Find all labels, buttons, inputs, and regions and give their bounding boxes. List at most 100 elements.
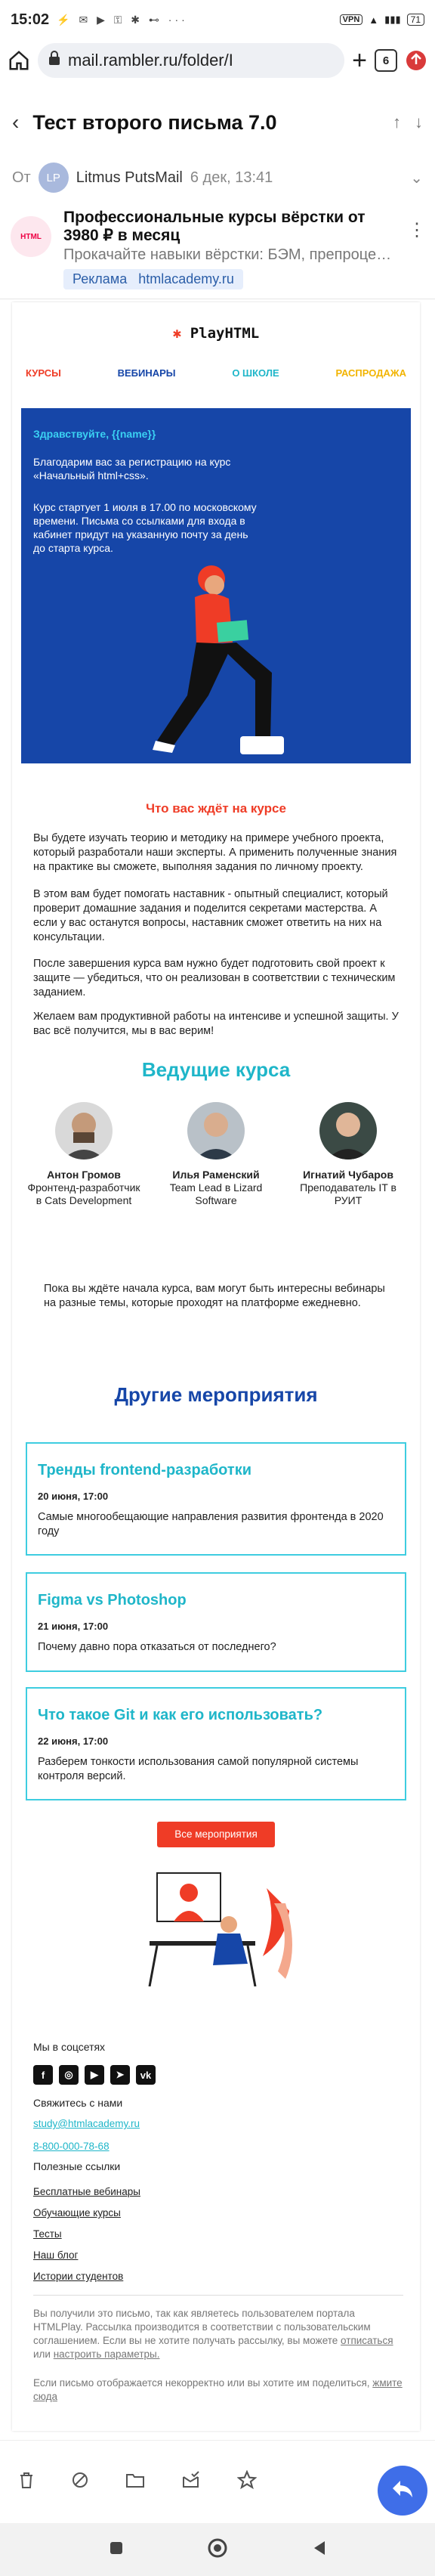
teacher-card: Игнатий Чубаров Преподаватель IT в РУИТ bbox=[292, 1102, 405, 1207]
from-label: От bbox=[12, 169, 31, 186]
mark-read-icon[interactable] bbox=[181, 2471, 201, 2493]
reply-icon bbox=[391, 2479, 414, 2503]
star-icon[interactable] bbox=[236, 2469, 258, 2494]
ad-title[interactable]: Профессиональные курсы вёрстки от 3980 ₽… bbox=[63, 209, 396, 245]
vk-icon[interactable]: vk bbox=[136, 2065, 156, 2085]
telegram-icon[interactable]: ➤ bbox=[110, 2065, 130, 2085]
ad-subtitle: Прокачайте навыки вёрстки: БЭМ, препроце… bbox=[63, 246, 392, 263]
webinar-illustration bbox=[148, 1872, 292, 1986]
event-title[interactable]: Тренды frontend-разработки bbox=[38, 1462, 251, 1479]
back-nav-icon[interactable] bbox=[311, 2540, 326, 2560]
links-label: Полезные ссылки bbox=[33, 2160, 121, 2172]
event-card[interactable]: Figma vs Photoshop 21 июня, 17:00 Почему… bbox=[26, 1572, 406, 1672]
sender-name: Litmus PutsMail bbox=[76, 169, 183, 186]
instagram-icon[interactable]: ◎ bbox=[59, 2065, 79, 2085]
facebook-icon[interactable]: f bbox=[33, 2065, 53, 2085]
reply-button[interactable] bbox=[378, 2466, 427, 2516]
browser-toolbar: mail.rambler.ru/folder/I + 6 bbox=[0, 39, 435, 82]
web-version-notice: Если письмо отображается некорректно или… bbox=[33, 2377, 403, 2402]
nav-about[interactable]: О ШКОЛЕ bbox=[232, 367, 279, 379]
all-events-button[interactable]: Все мероприятия bbox=[157, 1822, 275, 1847]
hero-text-2: Курс стартует 1 июля в 17.00 по московск… bbox=[33, 501, 257, 554]
mail-toolbar bbox=[0, 2440, 435, 2523]
message-header: ‹ Тест второго письма 7.0 ↑ ↓ bbox=[0, 101, 435, 144]
course-text-1: Вы будете изучать теорию и методику на п… bbox=[33, 832, 397, 873]
event-text: Самые многообещающие направления развити… bbox=[38, 1511, 384, 1537]
new-tab-icon[interactable]: + bbox=[352, 46, 367, 76]
next-message-icon[interactable]: ↓ bbox=[415, 113, 423, 132]
teacher-card: Илья Раменский Team Lead в Lizard Softwa… bbox=[159, 1102, 273, 1207]
system-nav-bar bbox=[0, 2523, 435, 2576]
status-right: VPN ▲ ▮▮▮ 71 bbox=[339, 14, 424, 26]
recent-apps-icon[interactable] bbox=[109, 2540, 124, 2559]
chevron-down-icon[interactable]: ⌄ bbox=[410, 169, 423, 187]
ad-domain: htmlacademy.ru bbox=[138, 271, 234, 286]
course-section-title: Что вас ждёт на курсе bbox=[146, 801, 286, 816]
vpn-icon: VPN bbox=[339, 14, 363, 25]
teacher-role: Team Lead в Lizard Software bbox=[169, 1181, 263, 1206]
teacher-photo bbox=[187, 1102, 245, 1160]
event-date: 21 июня, 17:00 bbox=[38, 1621, 109, 1632]
spam-icon[interactable] bbox=[71, 2471, 89, 2493]
signal-icon: ▮▮▮ bbox=[384, 14, 401, 25]
events-title: Другие мероприятия bbox=[114, 1383, 318, 1406]
footer-link-webinars[interactable]: Бесплатные вебинары bbox=[33, 2186, 140, 2197]
menu-icon[interactable] bbox=[405, 49, 427, 72]
course-text-3: После завершения курса вам нужно будет п… bbox=[33, 958, 396, 999]
trash-icon[interactable] bbox=[18, 2471, 35, 2493]
url-text: mail.rambler.ru/folder/I bbox=[68, 51, 233, 70]
ad-logo: HTML bbox=[11, 216, 51, 257]
hero-banner: Здравствуйте, {{name}} Благодарим вас за… bbox=[21, 408, 411, 763]
nav-courses[interactable]: КУРСЫ bbox=[26, 367, 61, 379]
teacher-name: Игнатий Чубаров bbox=[303, 1169, 393, 1181]
teacher-name: Илья Раменский bbox=[172, 1169, 260, 1181]
battery-icon: 71 bbox=[406, 14, 424, 26]
sender-row[interactable]: От LP Litmus PutsMail 6 дек, 13:41 ⌄ bbox=[0, 159, 435, 197]
contact-email-link[interactable]: study@htmlacademy.ru bbox=[33, 2118, 140, 2129]
prev-message-icon[interactable]: ↑ bbox=[393, 113, 401, 132]
settings-link[interactable]: настроить параметры. bbox=[54, 2348, 160, 2360]
email-body: ✱ PlayHTML КУРСЫ ВЕБИНАРЫ О ШКОЛЕ РАСПРО… bbox=[12, 302, 420, 2431]
ad-banner[interactable]: HTML Профессиональные курсы вёрстки от 3… bbox=[0, 204, 435, 299]
message-date: 6 дек, 13:41 bbox=[190, 169, 273, 186]
course-text-2: В этом вам будет помогать наставник - оп… bbox=[33, 888, 388, 943]
event-title[interactable]: Figma vs Photoshop bbox=[38, 1592, 187, 1609]
ad-tag: Реклама htmlacademy.ru bbox=[63, 269, 243, 289]
letter-nav: КУРСЫ ВЕБИНАРЫ О ШКОЛЕ РАСПРОДАЖА bbox=[21, 367, 411, 379]
teachers-title: Ведущие курса bbox=[141, 1058, 291, 1081]
more-icon[interactable]: ⋮ bbox=[408, 219, 426, 241]
event-text: Почему давно пора отказаться от последне… bbox=[38, 1641, 276, 1653]
tab-count-button[interactable]: 6 bbox=[375, 49, 397, 72]
footer-divider bbox=[33, 2295, 403, 2296]
folder-icon[interactable] bbox=[125, 2472, 145, 2492]
back-icon[interactable]: ‹ bbox=[12, 110, 19, 135]
footer-link-tests[interactable]: Тесты bbox=[33, 2228, 62, 2240]
event-card[interactable]: Тренды frontend-разработки 20 июня, 17:0… bbox=[26, 1442, 406, 1556]
unsubscribe-link[interactable]: отписаться bbox=[341, 2335, 393, 2346]
teacher-role: Преподаватель IT в РУИТ bbox=[300, 1181, 396, 1206]
event-date: 20 июня, 17:00 bbox=[38, 1491, 109, 1502]
footer-link-courses[interactable]: Обучающие курсы bbox=[33, 2207, 121, 2218]
youtube-icon[interactable]: ▶ bbox=[85, 2065, 104, 2085]
brand-logo: ✱ PlayHTML bbox=[172, 325, 260, 342]
teacher-card: Антон Громов Фронтенд-разработчик в Cats… bbox=[27, 1102, 140, 1207]
nav-sale[interactable]: РАСПРОДАЖА bbox=[335, 367, 406, 379]
footer-link-stories[interactable]: Истории студентов bbox=[33, 2271, 123, 2282]
event-title[interactable]: Что такое Git и как его использовать? bbox=[38, 1707, 322, 1724]
legal-notice: Вы получили это письмо, так как являетес… bbox=[33, 2308, 393, 2360]
message-subject: Тест второго письма 7.0 bbox=[32, 110, 277, 134]
contact-phone-link[interactable]: 8-800-000-78-68 bbox=[33, 2141, 110, 2152]
ad-tag-label: Реклама bbox=[72, 271, 128, 286]
wifi-icon: ▲ bbox=[369, 14, 379, 26]
home-icon[interactable] bbox=[8, 49, 30, 72]
hero-text-1: Благодарим вас за регистрацию на курс «Н… bbox=[33, 456, 231, 481]
status-time: 15:02 bbox=[11, 11, 50, 28]
home-button-icon[interactable] bbox=[207, 2537, 228, 2562]
teacher-photo bbox=[319, 1102, 377, 1160]
address-bar[interactable]: mail.rambler.ru/folder/I bbox=[38, 43, 345, 78]
footer-link-blog[interactable]: Наш блог bbox=[33, 2249, 78, 2261]
event-text: Разберем тонкости использования самой по… bbox=[38, 1756, 359, 1782]
student-illustration bbox=[153, 565, 284, 754]
nav-webinars[interactable]: ВЕБИНАРЫ bbox=[118, 367, 176, 379]
event-card[interactable]: Что такое Git и как его использовать? 22… bbox=[26, 1687, 406, 1800]
